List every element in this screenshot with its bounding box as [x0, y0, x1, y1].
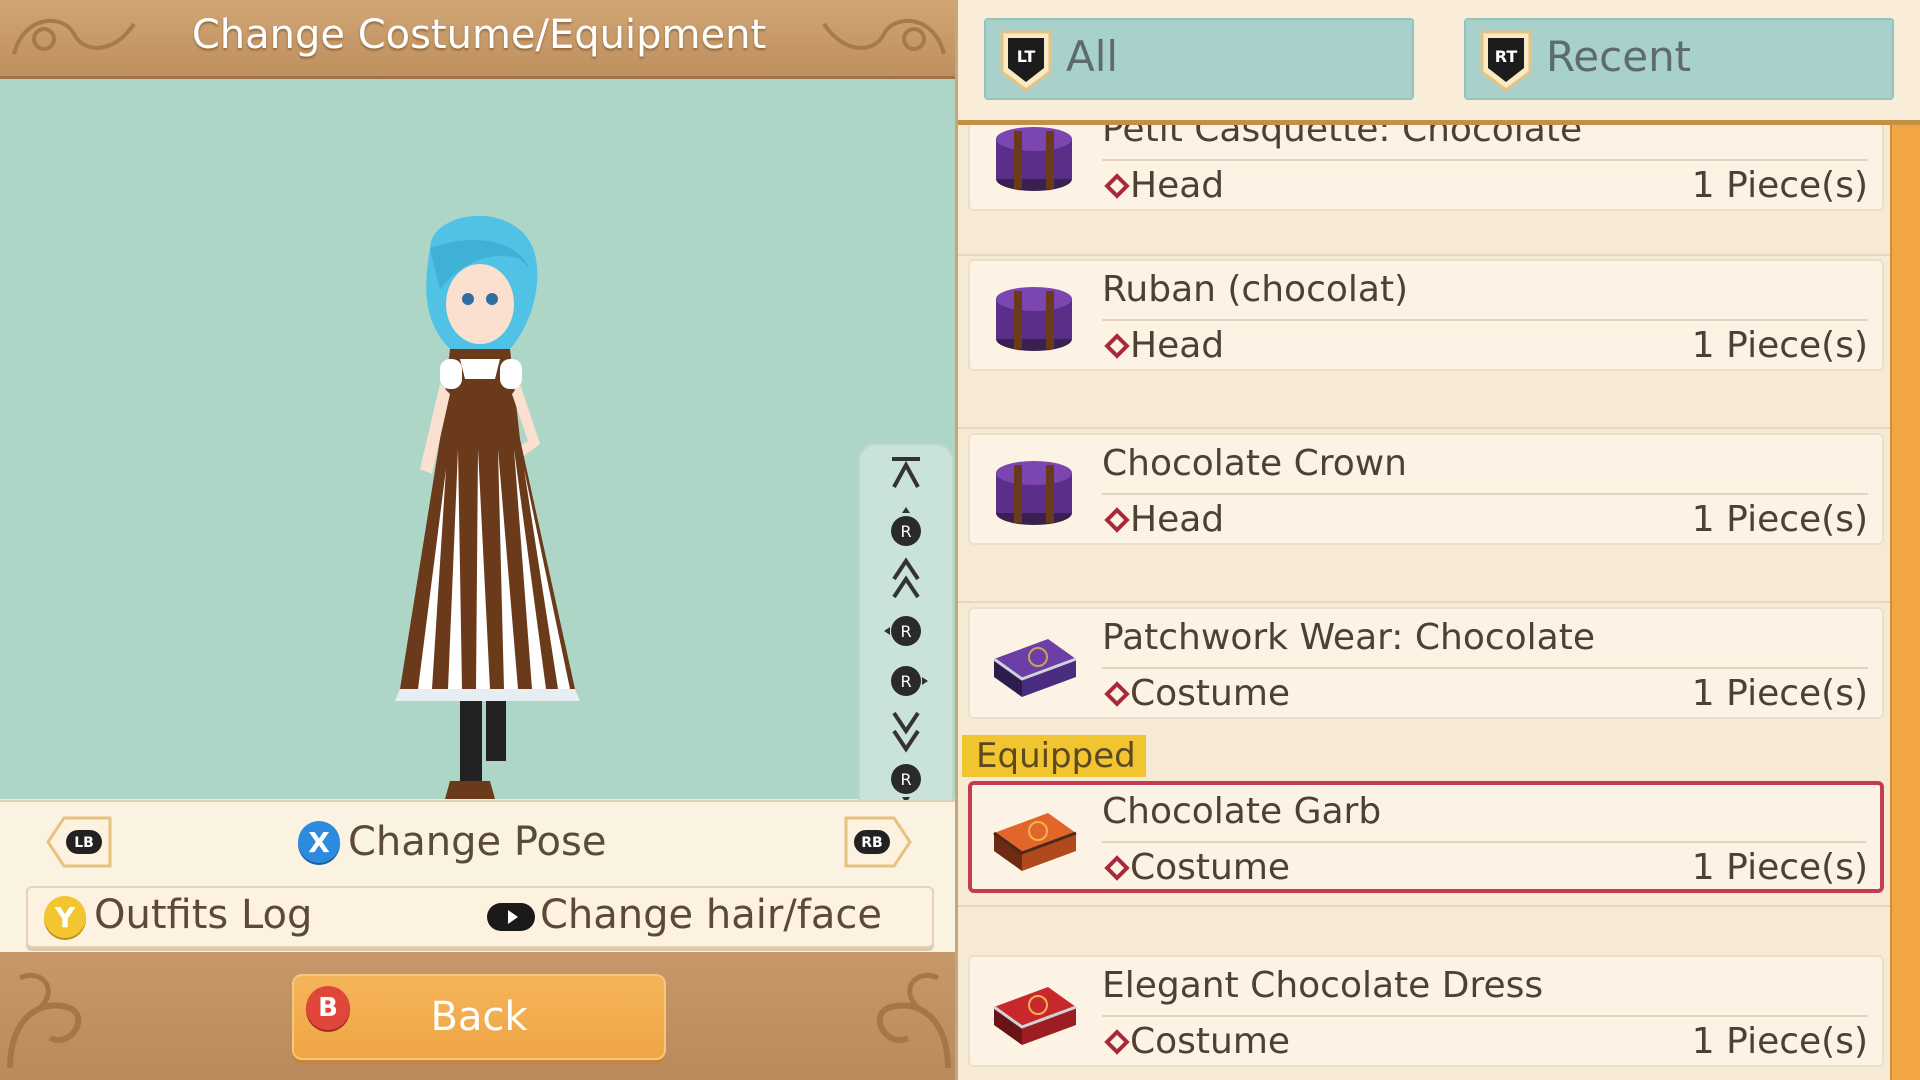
lt-shield-icon: LT [1000, 30, 1052, 92]
row-separator [958, 601, 1890, 603]
item-divider [1102, 667, 1868, 669]
item-category: Head [1130, 325, 1225, 366]
tab-recent-label: Recent [1546, 32, 1692, 81]
list-item[interactable]: Elegant Chocolate Dress Costume 1 Piece(… [968, 955, 1884, 1067]
svg-text:LT: LT [1017, 47, 1036, 66]
orange-suitcase-icon [993, 813, 1077, 871]
item-divider [1102, 1015, 1868, 1017]
purple-hatbox-icon [996, 287, 1072, 351]
list-item-equipped[interactable]: Chocolate Garb Costume 1 Piece(s) [968, 781, 1884, 893]
item-name: Patchwork Wear: Chocolate [1102, 617, 1595, 658]
list-item[interactable]: Ruban (chocolat) Head 1 Piece(s) [968, 259, 1884, 371]
change-pose-button[interactable]: X Change Pose [298, 816, 606, 868]
svg-text:R: R [900, 622, 911, 641]
item-category: Costume [1130, 847, 1291, 888]
row-separator [958, 427, 1890, 429]
item-category: Head [1130, 499, 1225, 540]
scrollbar[interactable] [1892, 125, 1920, 1080]
title-bar: Change Costume/Equipment [0, 0, 958, 79]
item-quantity: 1 Piece(s) [1691, 847, 1868, 888]
red-suitcase-icon [993, 987, 1077, 1045]
svg-text:RB: RB [861, 835, 882, 851]
character-model [395, 215, 580, 799]
change-pose-label: Change Pose [348, 819, 607, 865]
x-button-icon: X [298, 821, 340, 863]
ornament-right-icon [876, 972, 951, 1069]
svg-text:R: R [900, 522, 911, 541]
rstick-down-icon[interactable]: R [880, 761, 932, 805]
change-hair-face-button[interactable]: Change hair/face [540, 892, 882, 938]
zoom-out-icon[interactable] [880, 709, 932, 753]
svg-text:R: R [900, 770, 911, 789]
diamond-icon [1104, 855, 1130, 881]
rstick-left-icon[interactable]: R [880, 609, 932, 653]
diamond-icon [1104, 173, 1130, 199]
footer-bar: B Back [0, 952, 958, 1080]
item-category: Costume [1130, 1021, 1291, 1062]
item-quantity: 1 Piece(s) [1691, 1021, 1868, 1062]
purple-hatbox-icon [996, 461, 1072, 525]
outfit-actions: Y Outfits Log Change hair/face [26, 886, 934, 948]
list-item[interactable]: Petit Casquette: Chocolate Head 1 Piece(… [968, 125, 1884, 211]
preview-panel: Change Costume/Equipment R R R R LB X Ch… [0, 0, 958, 1080]
list-item[interactable]: Chocolate Crown Head 1 Piece(s) [968, 433, 1884, 545]
item-divider [1102, 493, 1868, 495]
item-panel: LT All RT Recent Petit Casquette: Chocol… [958, 0, 1920, 1080]
list-item[interactable]: Patchwork Wear: Chocolate Costume 1 Piec… [968, 607, 1884, 719]
item-name: Elegant Chocolate Dress [1102, 965, 1544, 1006]
svg-text:RT: RT [1495, 47, 1518, 66]
item-quantity: 1 Piece(s) [1691, 499, 1868, 540]
lb-button[interactable]: LB [44, 814, 116, 870]
zoom-in-icon[interactable] [880, 557, 932, 601]
item-divider [1102, 159, 1868, 161]
equipped-badge: Equipped [962, 735, 1146, 777]
row-separator [958, 254, 1890, 256]
rb-button[interactable]: RB [842, 814, 914, 870]
diamond-icon [1104, 333, 1130, 359]
lstick-press-icon [487, 903, 535, 931]
item-divider [1102, 841, 1866, 843]
item-category: Costume [1130, 673, 1291, 714]
item-list[interactable]: Petit Casquette: Chocolate Head 1 Piece(… [958, 125, 1890, 1080]
item-name: Petit Casquette: Chocolate [1102, 125, 1583, 150]
ornament-left-icon [7, 972, 82, 1069]
item-quantity: 1 Piece(s) [1691, 673, 1868, 714]
item-quantity: 1 Piece(s) [1691, 325, 1868, 366]
tab-all[interactable]: LT All [984, 18, 1414, 100]
item-category: Head [1130, 165, 1225, 206]
row-separator [958, 905, 1890, 907]
character-preview[interactable]: R R R R [0, 79, 958, 873]
back-button[interactable]: B Back [292, 974, 666, 1060]
diamond-icon [1104, 507, 1130, 533]
item-divider [1102, 319, 1868, 321]
item-name: Chocolate Crown [1102, 443, 1407, 484]
scroll-ornament-right-icon [822, 19, 946, 55]
item-name: Chocolate Garb [1102, 791, 1382, 832]
svg-text:LB: LB [74, 835, 94, 851]
zoom-top-icon[interactable] [880, 453, 932, 497]
preview-controls: LB X Change Pose RB Y Outfits Log Change… [0, 800, 958, 952]
item-quantity: 1 Piece(s) [1691, 165, 1868, 206]
diamond-icon [1104, 681, 1130, 707]
tab-recent[interactable]: RT Recent [1464, 18, 1894, 100]
rt-shield-icon: RT [1480, 30, 1532, 92]
purple-hatbox-icon [996, 127, 1072, 191]
purple-suitcase-icon [993, 639, 1077, 697]
rstick-up-icon[interactable]: R [880, 505, 932, 549]
filter-tabs: LT All RT Recent [958, 0, 1920, 125]
tab-all-label: All [1066, 32, 1119, 81]
item-name: Ruban (chocolat) [1102, 269, 1409, 310]
diamond-icon [1104, 1029, 1130, 1055]
outfits-log-button[interactable]: Outfits Log [94, 892, 312, 938]
svg-text:R: R [900, 672, 911, 691]
y-button-icon: Y [44, 896, 86, 938]
rstick-right-icon[interactable]: R [880, 659, 932, 703]
back-label: Back [430, 994, 528, 1040]
